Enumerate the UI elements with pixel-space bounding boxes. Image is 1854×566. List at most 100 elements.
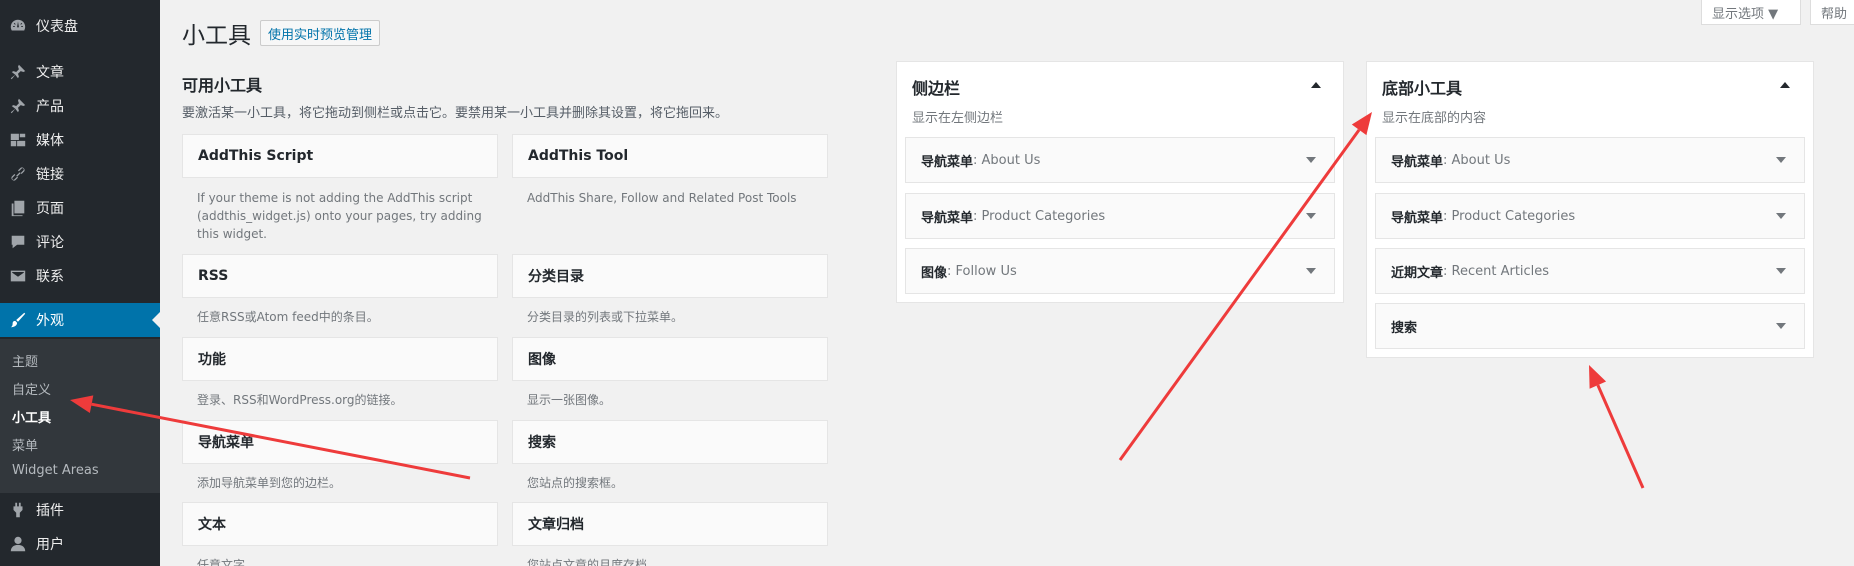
widget-title: : Recent Articles [1443, 263, 1550, 279]
widget-text[interactable]: 文本 [182, 502, 498, 546]
admin-menu: 仪表盘 文章 产品 媒体 链接 页面 评论 联系 外观 主题 自定义 小工具 菜… [0, 0, 160, 566]
available-widgets-description: 要激活某一小工具，将它拖动到侧栏或点击它。要禁用某一小工具并删除其设置，将它拖回… [182, 106, 729, 121]
menu-label: 评论 [36, 235, 64, 251]
sidebar-widget[interactable]: 图像: Follow Us [905, 248, 1335, 294]
live-preview-button[interactable]: 使用实时预览管理 [260, 20, 381, 46]
menu-item-media[interactable]: 媒体 [0, 123, 160, 157]
caret-down-icon[interactable] [1776, 268, 1786, 274]
widget-title: : Product Categories [973, 208, 1106, 224]
widget-description: 您站点文章的月度存档。 [527, 558, 660, 566]
widget-title: : Product Categories [1443, 208, 1576, 224]
menu-item-appearance[interactable]: 外观 [0, 303, 160, 337]
sidebar-footer-description: 显示在底部的内容 [1382, 111, 1487, 126]
submenu-item-menus[interactable]: 菜单 [12, 435, 38, 454]
menu-label: 用户 [36, 537, 64, 553]
menu-item-pages[interactable]: 页面 [0, 191, 160, 225]
menu-label: 媒体 [36, 133, 64, 149]
sidebar-left-title: 侧边栏 [912, 79, 961, 98]
sidebar-widget[interactable]: 导航菜单: About Us [905, 137, 1335, 183]
annotation-arrow-to-footer-bottom [1596, 384, 1645, 489]
sidebar-left-description: 显示在左侧边栏 [912, 111, 1004, 126]
widget-nav-menu[interactable]: 导航菜单 [182, 420, 498, 464]
menu-item-posts[interactable]: 文章 [0, 55, 160, 89]
pin-icon [0, 97, 36, 115]
menu-item-users[interactable]: 用户 [0, 527, 160, 561]
menu-item-links[interactable]: 链接 [0, 157, 160, 191]
menu-item-comments[interactable]: 评论 [0, 225, 160, 259]
widget-archives[interactable]: 文章归档 [512, 502, 828, 546]
menu-label: 产品 [36, 99, 64, 115]
dashboard-icon [0, 17, 36, 35]
comment-icon [0, 233, 36, 251]
widget-title: : Follow Us [947, 263, 1017, 279]
menu-label: 页面 [36, 201, 64, 217]
widget-addthis-tool[interactable]: AddThis Tool [512, 134, 828, 178]
caret-down-icon[interactable] [1306, 213, 1316, 219]
annotation-arrow-to-footer-bottom-head [1589, 365, 1607, 389]
widget-type: 导航菜单 [921, 210, 974, 226]
widget-type: 导航菜单 [1391, 210, 1444, 226]
sidebar-footer-title: 底部小工具 [1382, 79, 1463, 98]
link-icon [0, 165, 36, 183]
widget-description: If your theme is not adding the AddThis … [197, 191, 482, 241]
widget-description: 显示一张图像。 [527, 393, 612, 407]
widget-image[interactable]: 图像 [512, 337, 828, 381]
submenu-item-themes[interactable]: 主题 [12, 351, 38, 370]
widget-description: 添加导航菜单到您的边栏。 [197, 476, 342, 490]
menu-item-products[interactable]: 产品 [0, 89, 160, 123]
widget-description: 任意文字。 [197, 558, 258, 566]
menu-label: 联系 [36, 269, 64, 285]
collapse-toggle-icon[interactable] [1311, 80, 1321, 90]
widget-description: AddThis Share, Follow and Related Post T… [527, 191, 797, 205]
menu-label: 外观 [36, 313, 64, 329]
sidebar-widget[interactable]: 导航菜单: Product Categories [905, 193, 1335, 239]
available-widgets-title: 可用小工具 [182, 76, 263, 95]
widget-search[interactable]: 搜索 [512, 420, 828, 464]
widget-type: 近期文章 [1391, 265, 1444, 281]
widget-addthis-script[interactable]: AddThis Script [182, 134, 498, 178]
widget-meta[interactable]: 功能 [182, 337, 498, 381]
submenu-item-widget-areas[interactable]: Widget Areas [12, 463, 99, 478]
caret-down-icon[interactable] [1776, 323, 1786, 329]
appearance-icon [0, 311, 36, 329]
menu-item-dashboard[interactable]: 仪表盘 [0, 9, 160, 43]
menu-item-plugins[interactable]: 插件 [0, 493, 160, 527]
menu-label: 仪表盘 [36, 19, 78, 35]
menu-label: 插件 [36, 503, 64, 519]
widget-title: : About Us [1443, 152, 1511, 168]
caret-down-icon[interactable] [1306, 268, 1316, 274]
widget-description: 登录、RSS和WordPress.org的链接。 [197, 393, 403, 407]
user-icon [0, 535, 36, 553]
help-button[interactable]: 帮助 [1810, 0, 1854, 25]
media-icon [0, 131, 36, 149]
menu-label: 文章 [36, 65, 64, 81]
widget-type: 导航菜单 [921, 154, 974, 170]
caret-down-icon[interactable] [1776, 213, 1786, 219]
caret-down-icon[interactable] [1776, 157, 1786, 163]
submenu-item-widgets[interactable]: 小工具 [12, 407, 51, 426]
page-icon [0, 199, 36, 217]
menu-label: 链接 [36, 167, 64, 183]
pin-icon [0, 63, 36, 81]
appearance-submenu: 主题 自定义 小工具 菜单 Widget Areas [0, 339, 160, 493]
widget-type: 导航菜单 [1391, 154, 1444, 170]
widget-description: 分类目录的列表或下拉菜单。 [527, 310, 684, 324]
widget-title: : About Us [973, 152, 1041, 168]
page-title: 小工具 [182, 23, 251, 49]
widget-type: 图像 [921, 265, 948, 281]
submenu-item-customize[interactable]: 自定义 [12, 379, 51, 398]
sidebar-widget[interactable]: 导航菜单: Product Categories [1375, 193, 1805, 239]
screen-options-button[interactable]: 显示选项 ▼ [1701, 0, 1801, 25]
caret-down-icon[interactable] [1306, 157, 1316, 163]
widget-rss[interactable]: RSS [182, 254, 498, 298]
sidebar-widget[interactable]: 近期文章: Recent Articles [1375, 248, 1805, 294]
sidebar-widget[interactable]: 导航菜单: About Us [1375, 137, 1805, 183]
plugin-icon [0, 501, 36, 519]
widget-type: 搜索 [1391, 320, 1418, 336]
widget-categories[interactable]: 分类目录 [512, 254, 828, 298]
collapse-toggle-icon[interactable] [1780, 80, 1790, 90]
widget-description: 任意RSS或Atom feed中的条目。 [197, 310, 379, 324]
menu-item-contact[interactable]: 联系 [0, 259, 160, 293]
mail-icon [0, 267, 36, 285]
sidebar-widget[interactable]: 搜索 [1375, 303, 1805, 349]
